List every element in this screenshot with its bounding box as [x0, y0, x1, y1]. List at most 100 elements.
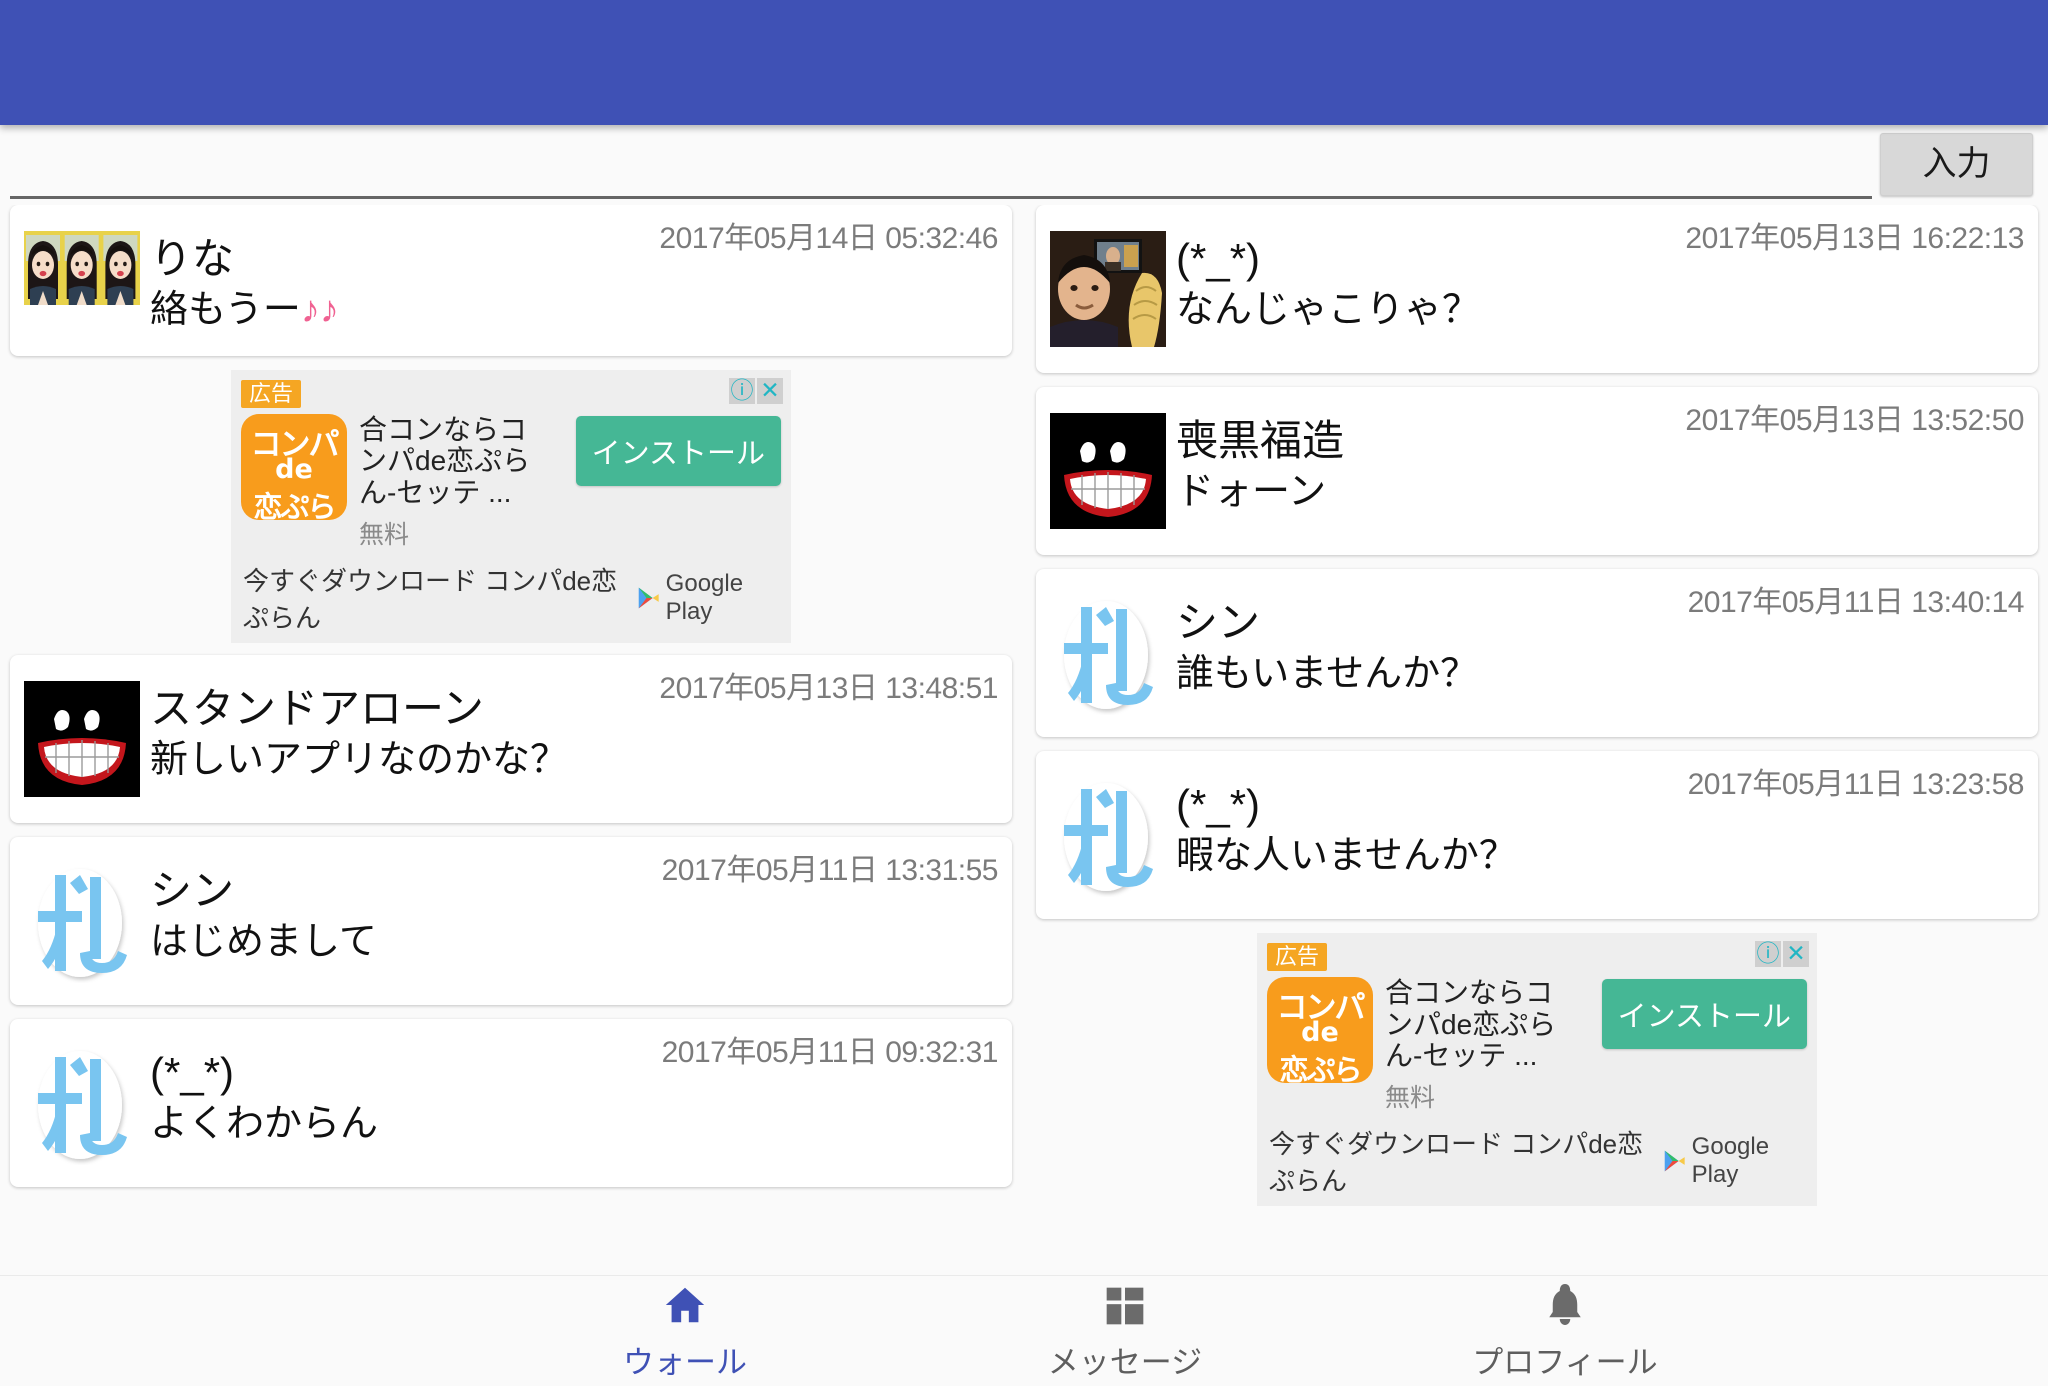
bell-icon: [1549, 1284, 1581, 1325]
ad-footer: 今すぐダウンロード コンパde恋ぷらん Google Play: [241, 561, 781, 635]
post-text: シン誰もいませんか？: [1176, 595, 1478, 698]
post-timestamp: 2017年05月11日 09:32:31: [661, 1035, 999, 1069]
app-root: 入力 2017年05月14日 05:32:46 りな 絡もうー♪♪ 広告 ⓘ ✕…: [0, 0, 2048, 1386]
avatar[interactable]: [24, 863, 140, 983]
post-card[interactable]: 2017年05月14日 05:32:46 りな 絡もうー♪♪: [10, 205, 1012, 356]
nav-item-wall[interactable]: ウォール: [465, 1280, 905, 1382]
post-text: (*_*) よくわからん: [150, 1045, 378, 1148]
bottom-navigation: ウォール メッセージ プロフィール: [0, 1275, 2048, 1386]
ad-controls: ⓘ ✕: [1755, 941, 1809, 967]
post-card[interactable]: 2017年05月11日 09:32:31 (*_*) よくわからん: [10, 1018, 1012, 1187]
home-icon: [465, 1280, 905, 1328]
post-card[interactable]: 2017年05月11日 13:31:55 シンはじめまして: [10, 836, 1012, 1005]
post-text: スタンドアローン新しいアプリなのかな？: [150, 681, 568, 784]
ad-copy: 合コンならコンパde恋ぷらん-セッテ ... 無料: [359, 414, 549, 551]
post-author-name[interactable]: (*_*): [150, 1049, 378, 1096]
ad-icon-line-2: de: [1301, 1017, 1339, 1048]
nav-item-messages[interactable]: メッセージ: [905, 1280, 1345, 1382]
music-note-icon: ♪♪: [300, 289, 339, 332]
post-card[interactable]: 2017年05月13日 16:22:13 (*_*) なんじゃこりゃ？: [1036, 205, 2038, 373]
post-card[interactable]: 2017年05月13日 13:52:50 喪黒福造ドォーン: [1036, 387, 2038, 555]
google-play-badge[interactable]: Google Play: [637, 570, 779, 626]
google-play-label: Google Play: [665, 569, 744, 625]
dashboard-icon: [905, 1280, 1345, 1328]
post-card[interactable]: 2017年05月13日 13:48:51 スタンドアローン新しいアプリなのかな？: [10, 654, 1012, 823]
avatar[interactable]: [1050, 777, 1166, 897]
post-text: 喪黒福造 ドォーン: [1176, 413, 1344, 516]
post-author-name[interactable]: スタンドアローン: [150, 685, 568, 732]
avatar[interactable]: [1050, 231, 1166, 347]
close-icon[interactable]: ✕: [757, 377, 783, 404]
home-icon: [665, 1287, 705, 1323]
nav-item-label: プロフィール: [1472, 1345, 1658, 1380]
ad-main: コンパ de 恋ぷらん 合コンならコンパde恋ぷらん-セッテ ... 無料 イン…: [1267, 977, 1807, 1114]
post-timestamp: 2017年05月13日 13:52:50: [1685, 404, 2024, 437]
post-message: よくわからん: [150, 1102, 379, 1145]
post-message: 新しいアプリなのかな？: [150, 738, 569, 781]
post-author-name[interactable]: (*_*): [1176, 781, 1517, 828]
post-text: りな絡もうー♪♪: [150, 231, 339, 334]
ad-install-button[interactable]: インストール: [575, 415, 781, 486]
post-card[interactable]: 2017年05月11日 13:40:14 シン誰もいませんか？: [1036, 569, 2038, 737]
post-author-name[interactable]: (*_*): [1176, 235, 1480, 282]
app-bar: [0, 0, 2048, 125]
ad-footer-text: 今すぐダウンロード コンパde恋ぷらん: [243, 565, 618, 633]
ad-icon-line-2: de: [275, 453, 313, 485]
post-author-name[interactable]: シン: [150, 867, 377, 914]
nav-item-profile[interactable]: プロフィール: [1345, 1280, 1785, 1382]
avatar[interactable]: [24, 1045, 140, 1165]
post-timestamp: 2017年05月11日 13:40:14: [1687, 586, 2025, 619]
ad-title: 合コンならコンパde恋ぷらん-セッテ ...: [359, 413, 531, 508]
bell-icon: [1345, 1280, 1785, 1328]
avatar[interactable]: [1050, 413, 1166, 529]
avatar[interactable]: [24, 231, 140, 305]
google-play-badge[interactable]: Google Play: [1663, 1133, 1805, 1189]
ad-badge: 広告: [241, 379, 302, 408]
post-timestamp: 2017年05月13日 13:48:51: [659, 671, 998, 705]
composer-submit-button[interactable]: 入力: [1880, 133, 2033, 196]
feed-column-right: 2017年05月13日 16:22:13 (*_*) なんじゃこりゃ？ 2017年0…: [1026, 205, 2048, 1218]
google-play-icon: [638, 587, 659, 608]
avatar[interactable]: [1050, 595, 1166, 715]
feed-column-left: 2017年05月14日 05:32:46 りな 絡もうー♪♪ 広告 ⓘ ✕ コン…: [0, 205, 1022, 1201]
advertisement[interactable]: 広告 ⓘ ✕ コンパ de 恋ぷらん 合コンならコンパde恋ぷらん-セッテ ..…: [231, 369, 791, 643]
info-icon[interactable]: ⓘ: [1755, 941, 1781, 967]
nav-item-label: メッセージ: [1047, 1345, 1203, 1380]
advertisement[interactable]: 広告 ⓘ ✕ コンパ de 恋ぷらん 合コンならコンパde恋ぷらん-セッテ ..…: [1257, 933, 1817, 1206]
ad-footer: 今すぐダウンロード コンパde恋ぷらん Google Play: [1267, 1124, 1807, 1198]
dashboard-icon: [1106, 1287, 1144, 1325]
composer-underline: [10, 196, 1872, 199]
google-play-icon: [1664, 1150, 1685, 1172]
post-timestamp: 2017年05月11日 13:23:58: [1687, 768, 2025, 801]
google-play-label: Google Play: [1691, 1132, 1770, 1188]
ad-footer-text: 今すぐダウンロード コンパde恋ぷらん: [1269, 1128, 1644, 1196]
composer-input[interactable]: [16, 143, 1866, 195]
post-message: ドォーン: [1176, 471, 1327, 514]
ad-app-icon: コンパ de 恋ぷらん: [1267, 977, 1373, 1083]
nav-item-label: ウォール: [623, 1345, 747, 1380]
ad-badge: 広告: [1267, 943, 1328, 971]
post-card[interactable]: 2017年05月11日 13:23:58 (*_*) 暇な人いませんか？: [1036, 751, 2038, 919]
post-message: 絡もうー♪♪: [150, 289, 339, 332]
info-icon[interactable]: ⓘ: [729, 377, 755, 404]
ad-install-button[interactable]: インストール: [1601, 979, 1807, 1049]
ad-icon-line-3: 恋ぷらん: [253, 489, 336, 520]
post-message: 暇な人いませんか？: [1176, 835, 1517, 878]
ad-price: 無料: [1385, 1083, 1436, 1112]
close-icon[interactable]: ✕: [1783, 941, 1809, 967]
post-timestamp: 2017年05月11日 13:31:55: [661, 853, 999, 887]
post-message: なんじゃこりゃ？: [1176, 289, 1481, 332]
post-message: 誰もいませんか？: [1176, 653, 1479, 696]
post-author-name[interactable]: 喪黒福造: [1176, 417, 1344, 464]
ad-copy: 合コンならコンパde恋ぷらん-セッテ ... 無料: [1385, 977, 1575, 1114]
post-author-name[interactable]: りな: [150, 235, 339, 282]
ad-controls: ⓘ ✕: [729, 377, 783, 404]
post-timestamp: 2017年05月13日 16:22:13: [1685, 222, 2024, 255]
post-message: はじめまして: [150, 920, 377, 963]
avatar[interactable]: [24, 680, 140, 797]
post-author-name[interactable]: シン: [1176, 599, 1478, 646]
ad-main: コンパ de 恋ぷらん 合コンならコンパde恋ぷらん-セッテ ... 無料 イン…: [241, 413, 781, 551]
ad-app-icon: コンパ de 恋ぷらん: [241, 413, 347, 520]
post-text: シン はじめまして: [150, 863, 377, 966]
post-timestamp: 2017年05月14日 05:32:46: [659, 222, 998, 255]
